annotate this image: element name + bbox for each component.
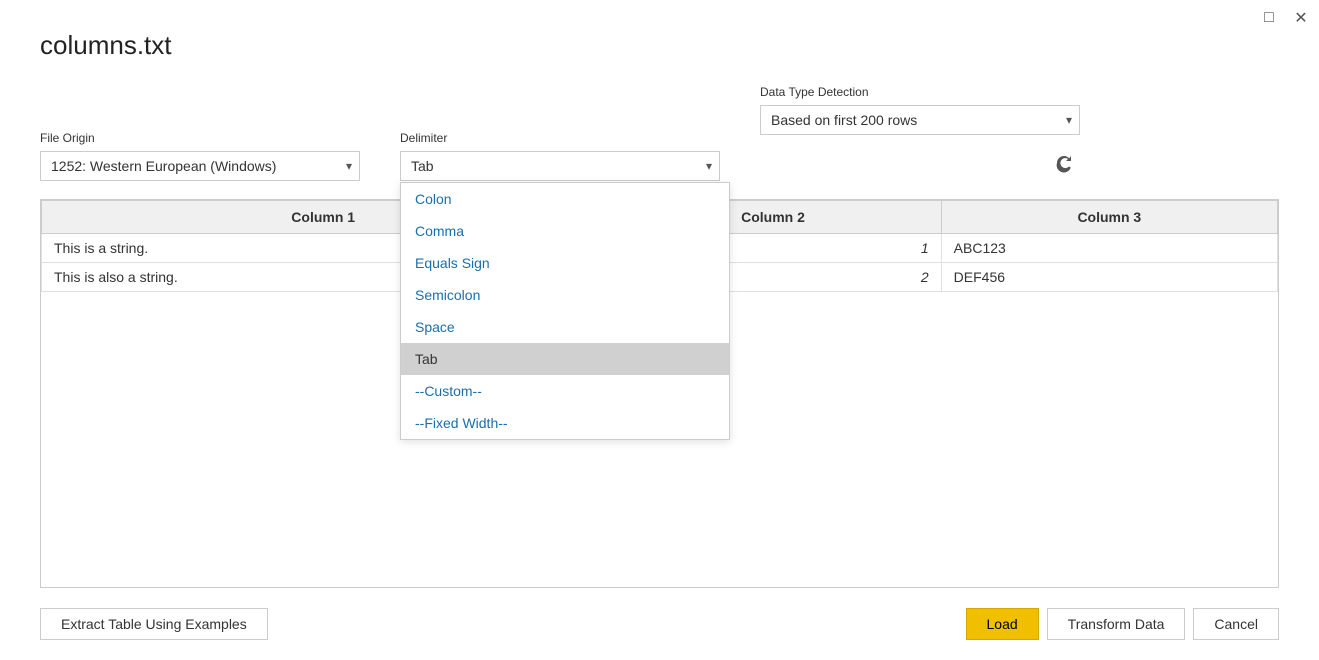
delimiter-option-space[interactable]: Space	[401, 311, 729, 343]
file-origin-group: File Origin 1252: Western European (Wind…	[40, 131, 360, 181]
delimiter-option-custom[interactable]: --Custom--	[401, 375, 729, 407]
delimiter-option-comma[interactable]: Comma	[401, 215, 729, 247]
file-origin-select-wrapper: 1252: Western European (Windows) ▾	[40, 151, 360, 181]
cancel-button[interactable]: Cancel	[1193, 608, 1279, 640]
delimiter-option-fixed-width[interactable]: --Fixed Width--	[401, 407, 729, 439]
delimiter-select[interactable]: Tab	[400, 151, 720, 181]
delimiter-option-semicolon[interactable]: Semicolon	[401, 279, 729, 311]
main-container: columns.txt File Origin 1252: Western Eu…	[0, 0, 1319, 660]
footer-right: Load Transform Data Cancel	[966, 608, 1279, 640]
footer: Extract Table Using Examples Load Transf…	[40, 608, 1279, 640]
controls-row: File Origin 1252: Western European (Wind…	[40, 85, 1279, 181]
row1-col3: ABC123	[941, 234, 1277, 263]
transform-data-button[interactable]: Transform Data	[1047, 608, 1186, 640]
refresh-icon[interactable]	[1048, 147, 1080, 179]
delimiter-option-colon[interactable]: Colon	[401, 183, 729, 215]
delimiter-select-wrapper: Tab ▾	[400, 151, 720, 181]
minimize-button[interactable]: □	[1261, 10, 1277, 26]
row2-col3: DEF456	[941, 263, 1277, 292]
title-bar: □ ✕	[1261, 10, 1309, 26]
data-type-select[interactable]: Based on first 200 rows	[760, 105, 1080, 135]
delimiter-dropdown: Colon Comma Equals Sign Semicolon Space …	[400, 182, 730, 440]
column-3-header: Column 3	[941, 201, 1277, 234]
file-origin-label: File Origin	[40, 131, 360, 145]
file-origin-select[interactable]: 1252: Western European (Windows)	[40, 151, 360, 181]
delimiter-group: Delimiter Tab ▾ Colon Comma Equals Sign …	[400, 131, 720, 181]
footer-left: Extract Table Using Examples	[40, 608, 268, 640]
page-title: columns.txt	[40, 30, 1279, 61]
data-type-group: Data Type Detection Based on first 200 r…	[760, 85, 1080, 181]
extract-table-button[interactable]: Extract Table Using Examples	[40, 608, 268, 640]
delimiter-option-equals[interactable]: Equals Sign	[401, 247, 729, 279]
data-type-label: Data Type Detection	[760, 85, 1080, 99]
delimiter-option-tab[interactable]: Tab	[401, 343, 729, 375]
delimiter-selected-value: Tab	[411, 158, 434, 174]
load-button[interactable]: Load	[966, 608, 1039, 640]
data-type-select-wrapper: Based on first 200 rows ▾	[760, 105, 1080, 135]
delimiter-label: Delimiter	[400, 131, 720, 145]
close-button[interactable]: ✕	[1293, 10, 1309, 26]
